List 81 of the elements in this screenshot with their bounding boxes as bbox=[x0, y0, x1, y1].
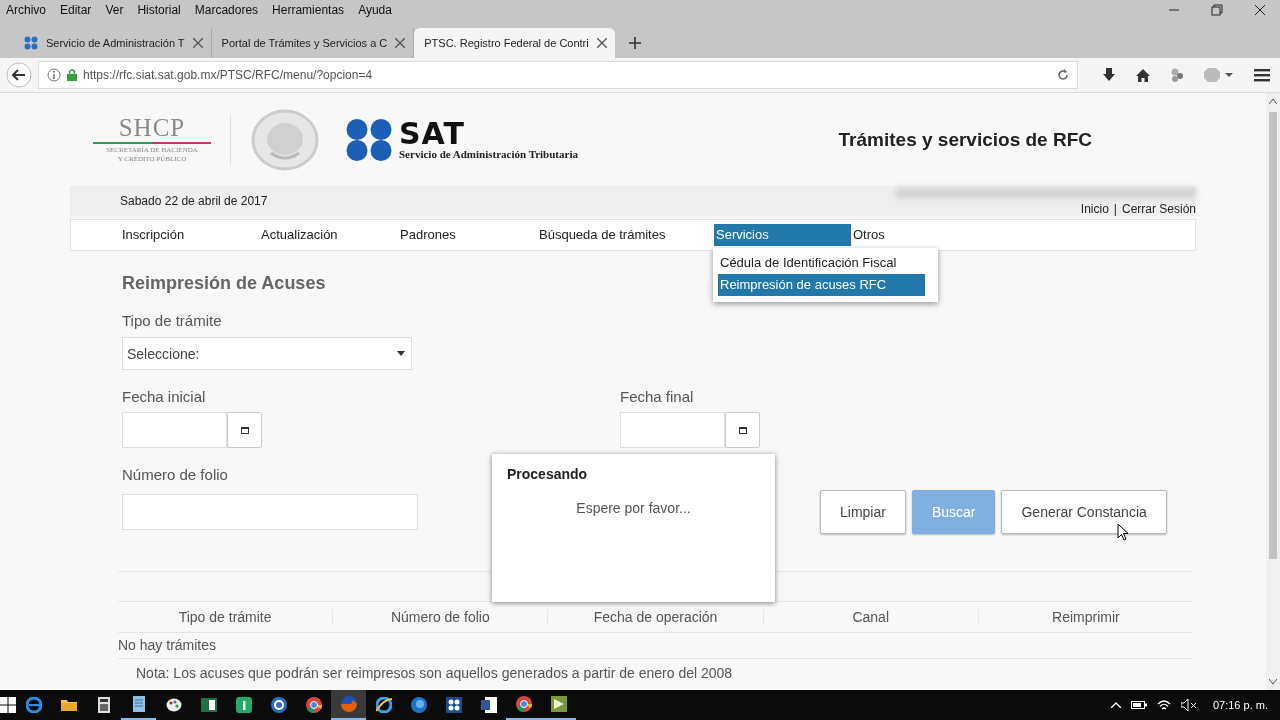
stop-sign-icon[interactable] bbox=[1204, 68, 1234, 82]
molecule-icon[interactable] bbox=[1170, 68, 1184, 82]
scrollbar[interactable] bbox=[1266, 93, 1280, 690]
lock-icon bbox=[67, 69, 77, 81]
tab-title: Portal de Trámites y Servicios a C bbox=[221, 37, 388, 49]
address-bar[interactable]: https://rfc.siat.sat.gob.mx/PTSC/RFC/menu/?opcion=4 bbox=[38, 61, 1078, 89]
url-text: https://rfc.siat.sat.gob.mx/PTSC/RFC/menu/?opcion=4 bbox=[83, 68, 374, 82]
field-label: Número de folio bbox=[122, 466, 228, 483]
logo-text: SAT bbox=[399, 119, 466, 148]
clock-text[interactable]: 07:16 p. m. bbox=[1212, 699, 1268, 711]
date-field[interactable] bbox=[122, 412, 227, 448]
caret-icon bbox=[397, 351, 405, 356]
date-text: Sabado 22 de abril de 2017 bbox=[120, 194, 268, 208]
note-text: Nota: Los acuses que podrán ser reimpresos son aquellos generados a partir de enero del 2008 bbox=[136, 665, 734, 681]
chevron-up-icon[interactable] bbox=[1110, 702, 1121, 708]
menu-icon[interactable] bbox=[1254, 68, 1270, 82]
dropdown-item[interactable]: Reimpresión de acuses RFC bbox=[718, 274, 925, 296]
form-title: Reimpresión de Acuses bbox=[122, 273, 326, 294]
nav-item[interactable]: Actualización bbox=[259, 224, 398, 246]
calendar-icon bbox=[240, 426, 249, 434]
pointer-icon bbox=[1117, 523, 1129, 541]
wifi-icon[interactable] bbox=[1156, 699, 1171, 711]
session-link[interactable]: Inicio bbox=[1080, 202, 1109, 216]
form-button[interactable]: Limpiar bbox=[820, 490, 906, 534]
download-icon[interactable] bbox=[1102, 68, 1116, 82]
menu-item[interactable]: Historial bbox=[137, 3, 181, 17]
field-label: Tipo de trámite bbox=[122, 312, 222, 329]
windows-logo-icon[interactable] bbox=[0, 697, 16, 713]
scroll-thumb[interactable] bbox=[1269, 112, 1277, 559]
home-icon[interactable] bbox=[1136, 68, 1150, 82]
session-link[interactable]: Cerrar Sesión bbox=[1121, 202, 1196, 216]
logo-text: SHCP bbox=[118, 115, 186, 141]
menu-item[interactable]: Ayuda bbox=[358, 3, 392, 17]
close-icon[interactable] bbox=[192, 38, 203, 48]
battery-icon[interactable] bbox=[1130, 700, 1147, 710]
nav-item[interactable]: Inscripción bbox=[120, 224, 259, 246]
column-header: Reimprimir bbox=[1051, 609, 1121, 625]
calendar-button[interactable] bbox=[725, 412, 760, 448]
column-header: Canal bbox=[763, 609, 979, 625]
menu-item[interactable]: Ver bbox=[105, 3, 124, 17]
restore-icon[interactable] bbox=[1211, 4, 1223, 16]
date-field[interactable] bbox=[620, 412, 725, 448]
close-icon[interactable] bbox=[596, 38, 607, 48]
page-title: Trámites y servicios de RFC bbox=[838, 128, 1092, 151]
separator-text: | bbox=[1113, 202, 1117, 216]
folio-field[interactable] bbox=[122, 494, 418, 530]
nav-item[interactable]: Padrones bbox=[398, 224, 537, 246]
four-dots-icon bbox=[345, 118, 393, 161]
new-tab-icon[interactable] bbox=[628, 37, 641, 49]
calendar-icon bbox=[738, 426, 747, 434]
back-icon[interactable] bbox=[6, 62, 32, 88]
muted-speaker-icon[interactable] bbox=[1180, 699, 1197, 711]
fox-globe-icon[interactable] bbox=[331, 690, 366, 720]
field-label: Fecha final bbox=[620, 388, 694, 405]
field-label: Fecha inicial bbox=[122, 388, 206, 405]
close-icon[interactable] bbox=[1254, 4, 1266, 16]
generate-button[interactable]: Generar Constancia bbox=[1001, 490, 1167, 534]
column-header: Fecha de operación bbox=[548, 609, 764, 625]
nav-item[interactable]: Búsqueda de trámites bbox=[537, 224, 714, 246]
select-field[interactable]: Seleccione: bbox=[122, 337, 412, 370]
nav-item[interactable]: Otros bbox=[851, 224, 887, 246]
column-header: Número de folio bbox=[333, 609, 549, 625]
tab-title: Servicio de Administración T bbox=[46, 37, 185, 49]
tab-title: PTSC. Registro Federal de Contri bbox=[424, 37, 589, 49]
dropdown-item[interactable]: Cédula de Identificación Fiscal bbox=[718, 252, 925, 274]
dialog-message: Espere por favor... bbox=[575, 500, 692, 516]
seal-icon bbox=[251, 108, 319, 171]
empty-message: No hay trámites bbox=[118, 633, 1193, 659]
reload-icon[interactable] bbox=[1057, 69, 1069, 81]
menu-item[interactable]: Marcadores bbox=[194, 3, 259, 17]
menu-item[interactable]: Herramientas bbox=[272, 3, 345, 17]
calendar-button[interactable] bbox=[227, 412, 262, 448]
info-icon bbox=[47, 68, 61, 82]
menu-item[interactable]: Archivo bbox=[6, 3, 46, 17]
close-icon[interactable] bbox=[395, 38, 406, 48]
dialog-title: Procesando bbox=[507, 466, 589, 482]
four-dots-icon bbox=[24, 36, 38, 50]
menu-item[interactable]: Editar bbox=[60, 3, 92, 17]
column-header: Tipo de trámite bbox=[118, 609, 334, 625]
logo-text: Servicio de Administración Tributaria bbox=[399, 147, 578, 160]
browser-tab[interactable]: PTSC. Registro Federal de Contri bbox=[414, 28, 615, 58]
